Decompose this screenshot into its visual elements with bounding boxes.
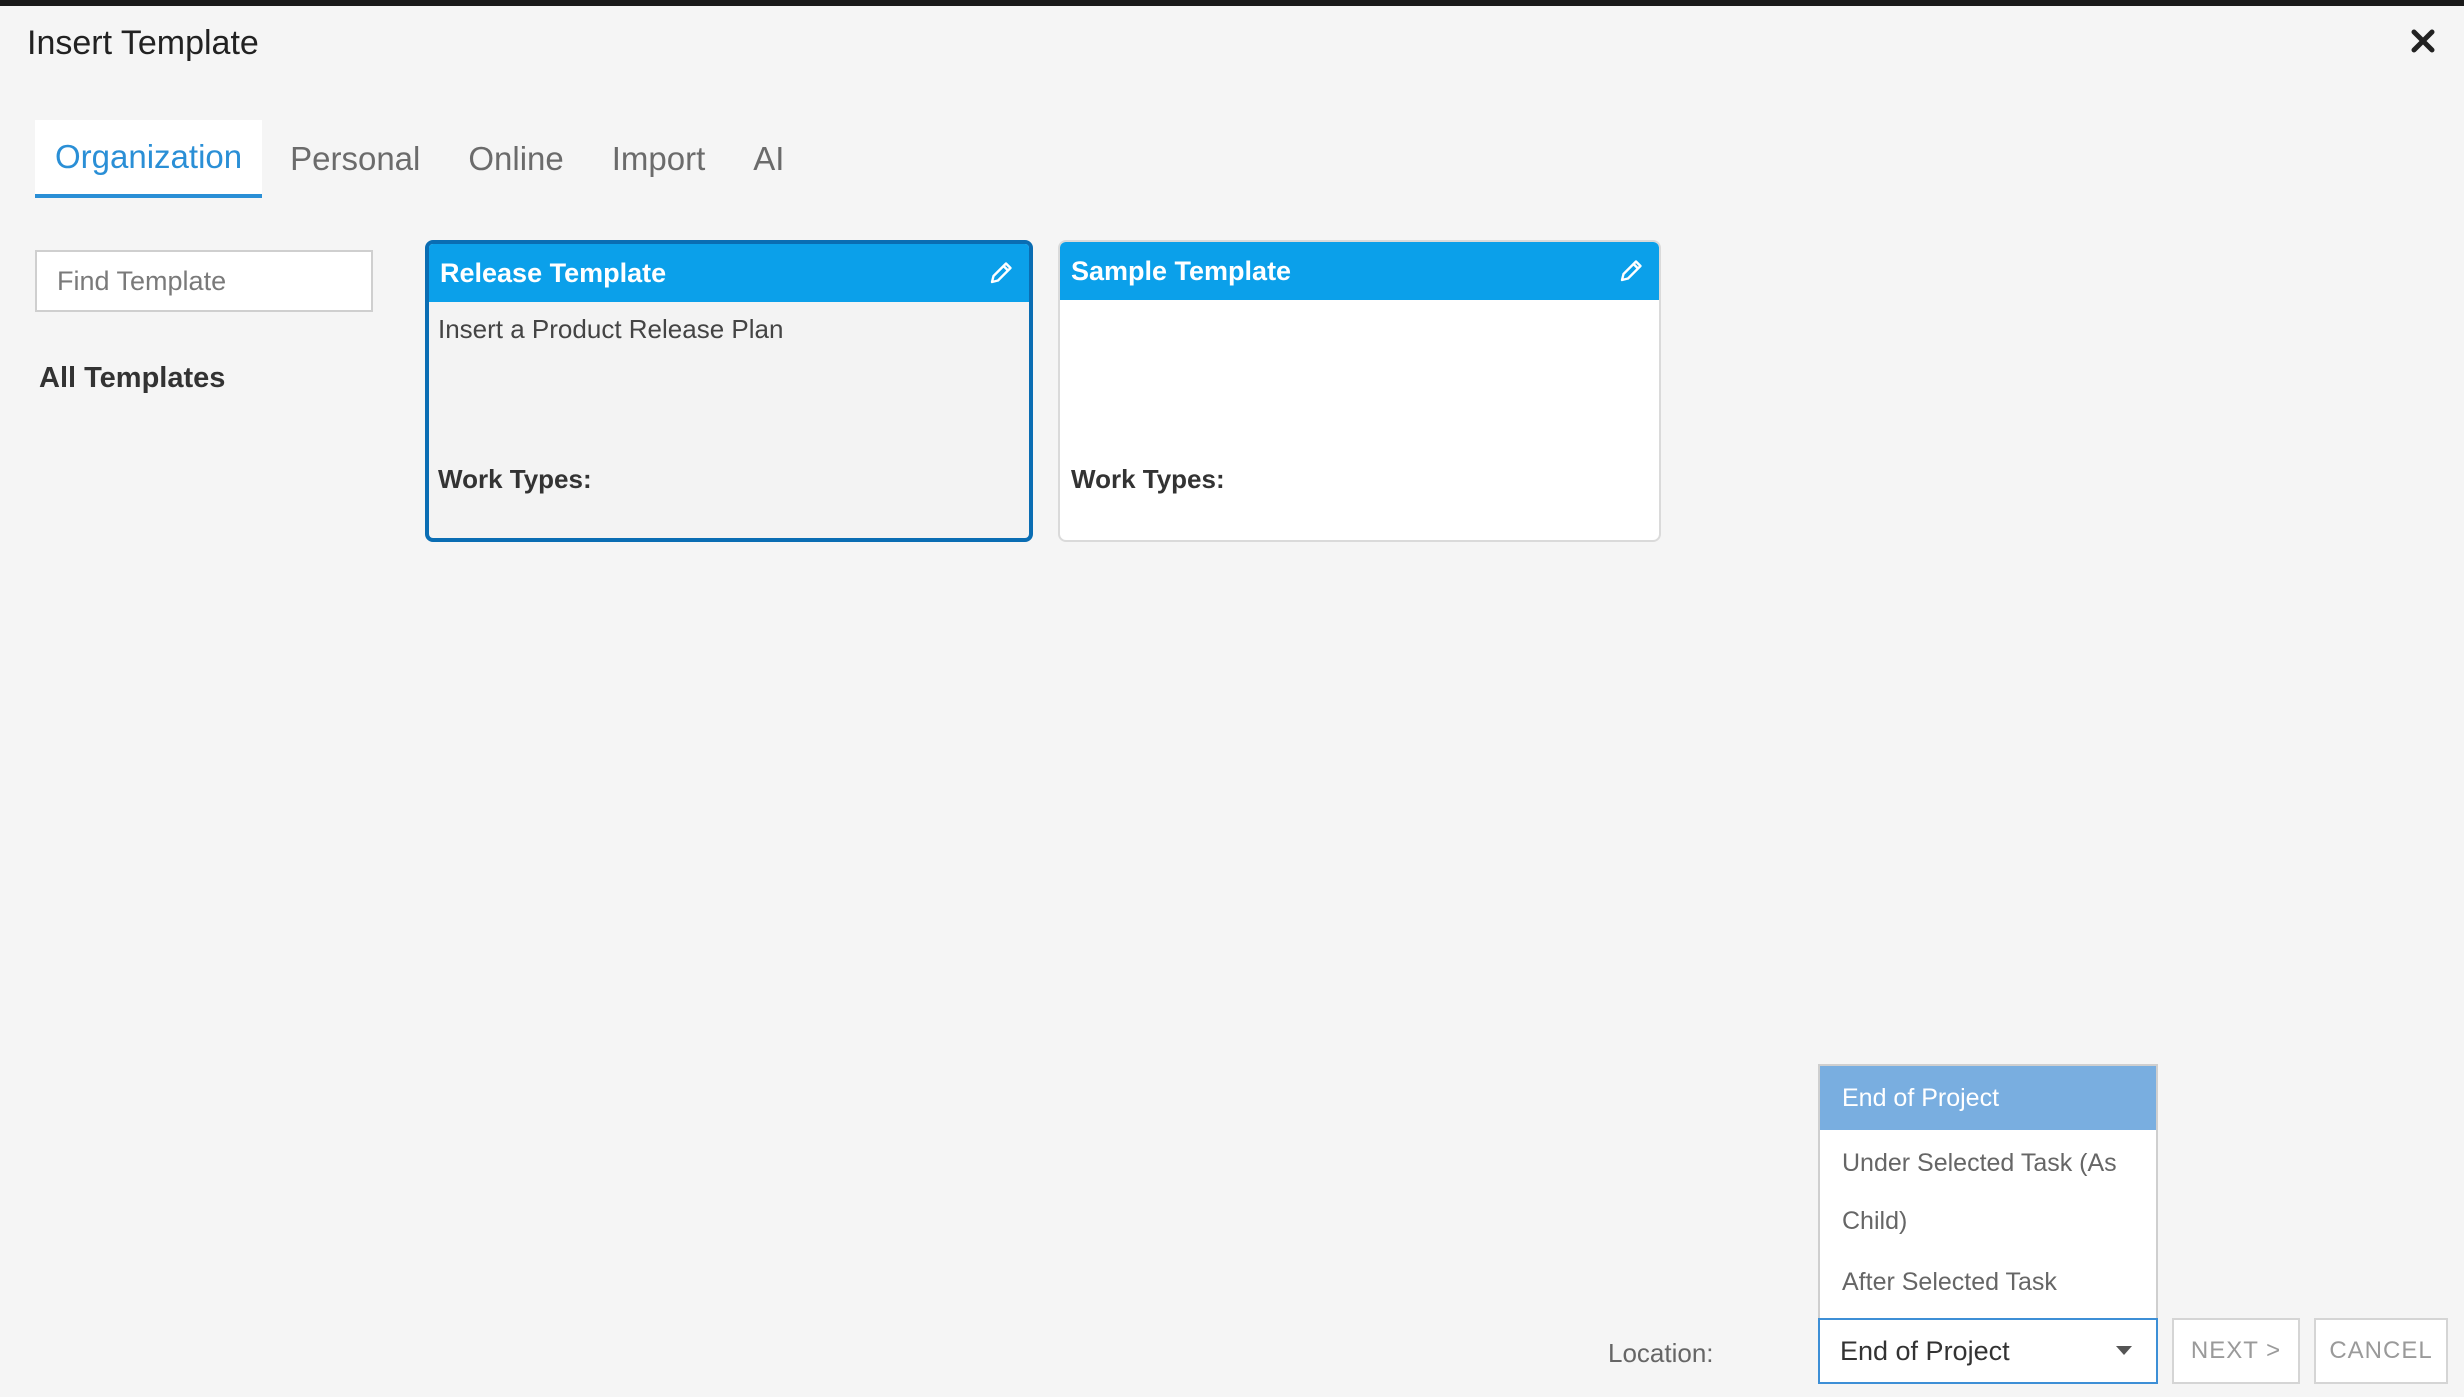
close-button[interactable] — [2402, 22, 2444, 64]
pencil-icon[interactable] — [985, 257, 1017, 289]
find-template-input[interactable] — [35, 250, 373, 312]
template-card-release[interactable]: Release Template Insert a Product Releas… — [425, 240, 1033, 542]
tab-online[interactable]: Online — [448, 120, 583, 198]
location-option-under-selected-task[interactable]: Under Selected Task (As Child) — [1820, 1130, 2156, 1250]
template-card-sample[interactable]: Sample Template Work Types: — [1058, 240, 1661, 542]
location-option-end-of-project[interactable]: End of Project — [1820, 1066, 2156, 1130]
card-work-types-label: Work Types: — [1071, 464, 1225, 494]
option-label: End of Project — [1842, 1083, 2000, 1112]
tab-personal[interactable]: Personal — [270, 120, 440, 198]
dialog-title: Insert Template — [27, 24, 259, 62]
cancel-button[interactable]: CANCEL — [2314, 1318, 2448, 1384]
option-label: After Selected Task — [1842, 1267, 2057, 1296]
location-select[interactable]: End of Project — [1818, 1318, 2158, 1384]
tab-organization[interactable]: Organization — [35, 120, 263, 198]
card-title: Release Template — [440, 257, 667, 288]
card-header: Sample Template — [1060, 242, 1659, 300]
card-title: Sample Template — [1071, 255, 1292, 286]
option-label-line1: Under Selected Task (As — [1842, 1149, 2117, 1177]
card-work-types-label: Work Types: — [438, 464, 592, 494]
close-icon — [2410, 28, 2436, 59]
tab-ai[interactable]: AI — [733, 120, 804, 198]
option-label-line2: Child) — [1842, 1207, 1908, 1235]
location-option-after-selected-task[interactable]: After Selected Task — [1820, 1250, 2156, 1314]
card-description: Insert a Product Release Plan — [438, 314, 784, 344]
pencil-icon[interactable] — [1615, 255, 1647, 287]
window-top-strip — [0, 0, 2464, 6]
next-button[interactable]: NEXT > — [2172, 1318, 2300, 1384]
chevron-down-icon — [2112, 1339, 2136, 1363]
all-templates-category[interactable]: All Templates — [39, 362, 225, 395]
tab-import[interactable]: Import — [592, 120, 726, 198]
location-label: Location: — [1608, 1338, 1714, 1368]
template-source-tabs: Organization Personal Online Import AI — [35, 120, 812, 198]
card-header: Release Template — [429, 244, 1029, 302]
location-dropdown-list: End of Project Under Selected Task (As C… — [1818, 1064, 2158, 1320]
location-selected-value: End of Project — [1840, 1335, 2010, 1366]
